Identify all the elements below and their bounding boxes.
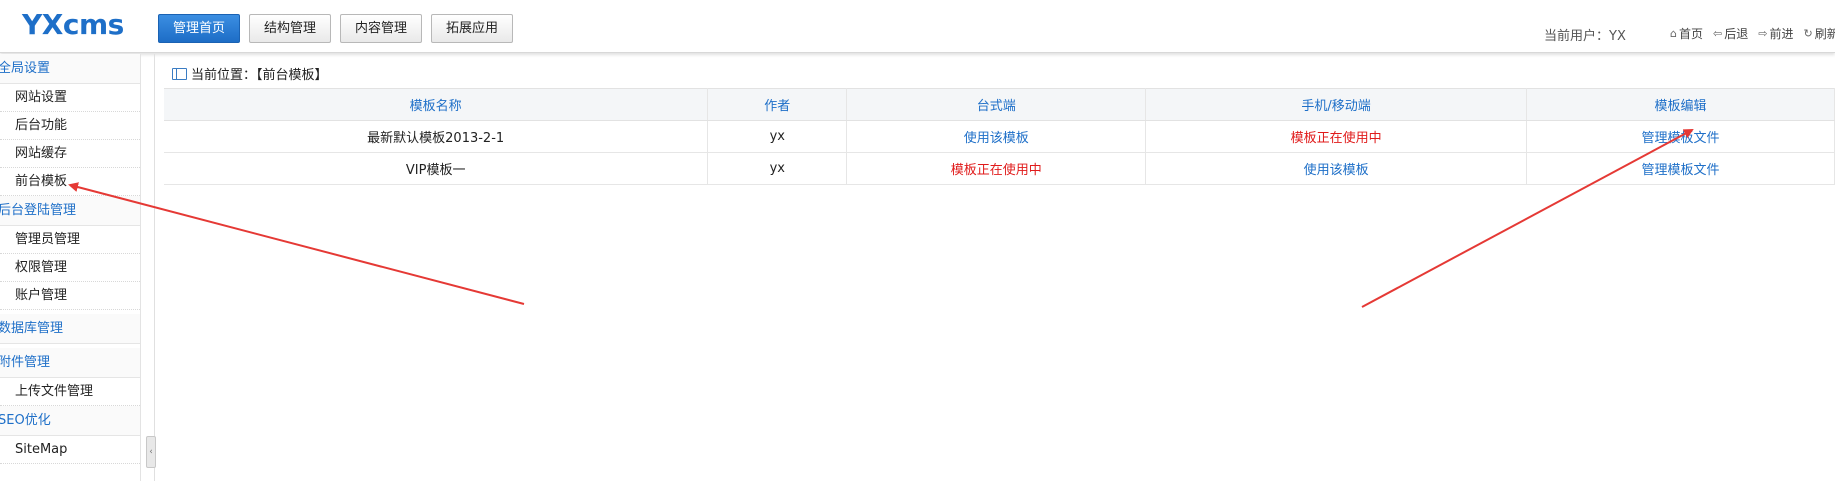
- sidebar-group-database[interactable]: 数据库管理: [0, 314, 140, 344]
- sidebar-item-admin-management[interactable]: 管理员管理: [0, 226, 140, 254]
- edit-cell: 管理模板文件: [1526, 120, 1835, 153]
- home-link[interactable]: ⌂ 首页: [1670, 25, 1703, 42]
- nav-structure-button[interactable]: 结构管理: [249, 14, 332, 43]
- mobile-status-cell: 模板正在使用中: [1145, 120, 1528, 153]
- forward-link-label: 前进: [1769, 27, 1794, 41]
- panel-icon: [172, 67, 187, 80]
- sidebar: 全局设置 网站设置 后台功能 网站缓存 前台模板 后台登陆管理 管理员管理 权限…: [0, 54, 141, 481]
- home-icon: ⌂: [1670, 27, 1677, 40]
- table-row: 最新默认模板2013-2-1 yx 使用该模板 模板正在使用中 管理模板文件: [164, 120, 1835, 153]
- in-use-status: 模板正在使用中: [1290, 131, 1382, 146]
- template-name-cell: 最新默认模板2013-2-1: [164, 120, 709, 153]
- sidebar-collapse-handle[interactable]: ‹: [146, 436, 156, 468]
- template-name-cell: VIP模板一: [164, 152, 709, 185]
- sidebar-item-permissions[interactable]: 权限管理: [0, 254, 140, 282]
- nav-content-button[interactable]: 内容管理: [340, 14, 423, 43]
- breadcrumb: 当前位置：【前台模板】: [172, 64, 328, 83]
- sidebar-group-attachments[interactable]: 附件管理: [0, 348, 140, 378]
- column-header-author: 作者: [707, 88, 848, 121]
- column-header-name: 模板名称: [164, 88, 709, 121]
- sidebar-item-admin-functions[interactable]: 后台功能: [0, 112, 140, 140]
- use-template-link[interactable]: 使用该模板: [1304, 163, 1369, 178]
- breadcrumb-text: 当前位置：【前台模板】: [191, 68, 328, 83]
- sidebar-group-seo[interactable]: SEO优化: [0, 406, 140, 436]
- refresh-icon: ↻: [1803, 27, 1813, 40]
- sidebar-item-accounts[interactable]: 账户管理: [0, 282, 140, 310]
- nav-home-button[interactable]: 管理首页: [158, 14, 241, 43]
- sidebar-group-login-management[interactable]: 后台登陆管理: [0, 196, 140, 226]
- sidebar-item-site-cache[interactable]: 网站缓存: [0, 140, 140, 168]
- top-header: YXcms 管理首页 结构管理 内容管理 拓展应用 当前用户：YX ⌂ 首页 ⇦…: [0, 0, 1835, 53]
- use-template-link[interactable]: 使用该模板: [964, 131, 1029, 146]
- toolbar-links: ⌂ 首页 ⇦ 后退 ⇨ 前进 ↻ 刷新: [1670, 25, 1835, 42]
- sidebar-item-upload-files[interactable]: 上传文件管理: [0, 378, 140, 406]
- home-link-label: 首页: [1678, 27, 1703, 41]
- column-header-desktop: 台式端: [846, 88, 1147, 121]
- back-arrow-icon: ⇦: [1713, 27, 1723, 40]
- desktop-status-cell: 模板正在使用中: [846, 152, 1147, 185]
- forward-arrow-icon: ⇨: [1758, 27, 1768, 40]
- sidebar-item-site-settings[interactable]: 网站设置: [0, 84, 140, 112]
- refresh-link[interactable]: ↻ 刷新: [1803, 25, 1835, 42]
- desktop-use-template-link[interactable]: 使用该模板: [846, 120, 1147, 153]
- refresh-link-label: 刷新: [1814, 27, 1835, 41]
- mobile-use-template-cell: 使用该模板: [1145, 152, 1528, 185]
- back-link-label: 后退: [1724, 27, 1749, 41]
- logo: YXcms: [22, 8, 124, 41]
- sidebar-item-sitemap[interactable]: SiteMap: [0, 436, 140, 464]
- template-author-cell: yx: [707, 120, 848, 153]
- template-author-cell: yx: [707, 152, 848, 185]
- sidebar-group-global[interactable]: 全局设置: [0, 54, 140, 84]
- edit-cell: 管理模板文件: [1526, 152, 1835, 185]
- table-header-row: 模板名称 作者 台式端 手机/移动端 模板编辑: [164, 88, 1835, 121]
- top-nav: 管理首页 结构管理 内容管理 拓展应用: [158, 14, 514, 43]
- table-row: VIP模板一 yx 模板正在使用中 使用该模板 管理模板文件: [164, 152, 1835, 185]
- sidebar-item-frontend-template[interactable]: 前台模板: [0, 168, 140, 196]
- in-use-status: 模板正在使用中: [950, 163, 1042, 178]
- column-header-edit: 模板编辑: [1526, 88, 1835, 121]
- template-table: 模板名称 作者 台式端 手机/移动端 模板编辑 最新默认模板2013-2-1 y…: [164, 88, 1835, 185]
- current-user-label: 当前用户：YX: [1544, 29, 1626, 44]
- back-link[interactable]: ⇦ 后退: [1713, 25, 1748, 42]
- nav-extensions-button[interactable]: 拓展应用: [431, 14, 514, 43]
- forward-link[interactable]: ⇨ 前进: [1758, 25, 1793, 42]
- sidebar-divider: [154, 54, 155, 481]
- manage-template-files-link[interactable]: 管理模板文件: [1642, 131, 1720, 146]
- column-header-mobile: 手机/移动端: [1145, 88, 1528, 121]
- manage-template-files-link[interactable]: 管理模板文件: [1642, 163, 1720, 178]
